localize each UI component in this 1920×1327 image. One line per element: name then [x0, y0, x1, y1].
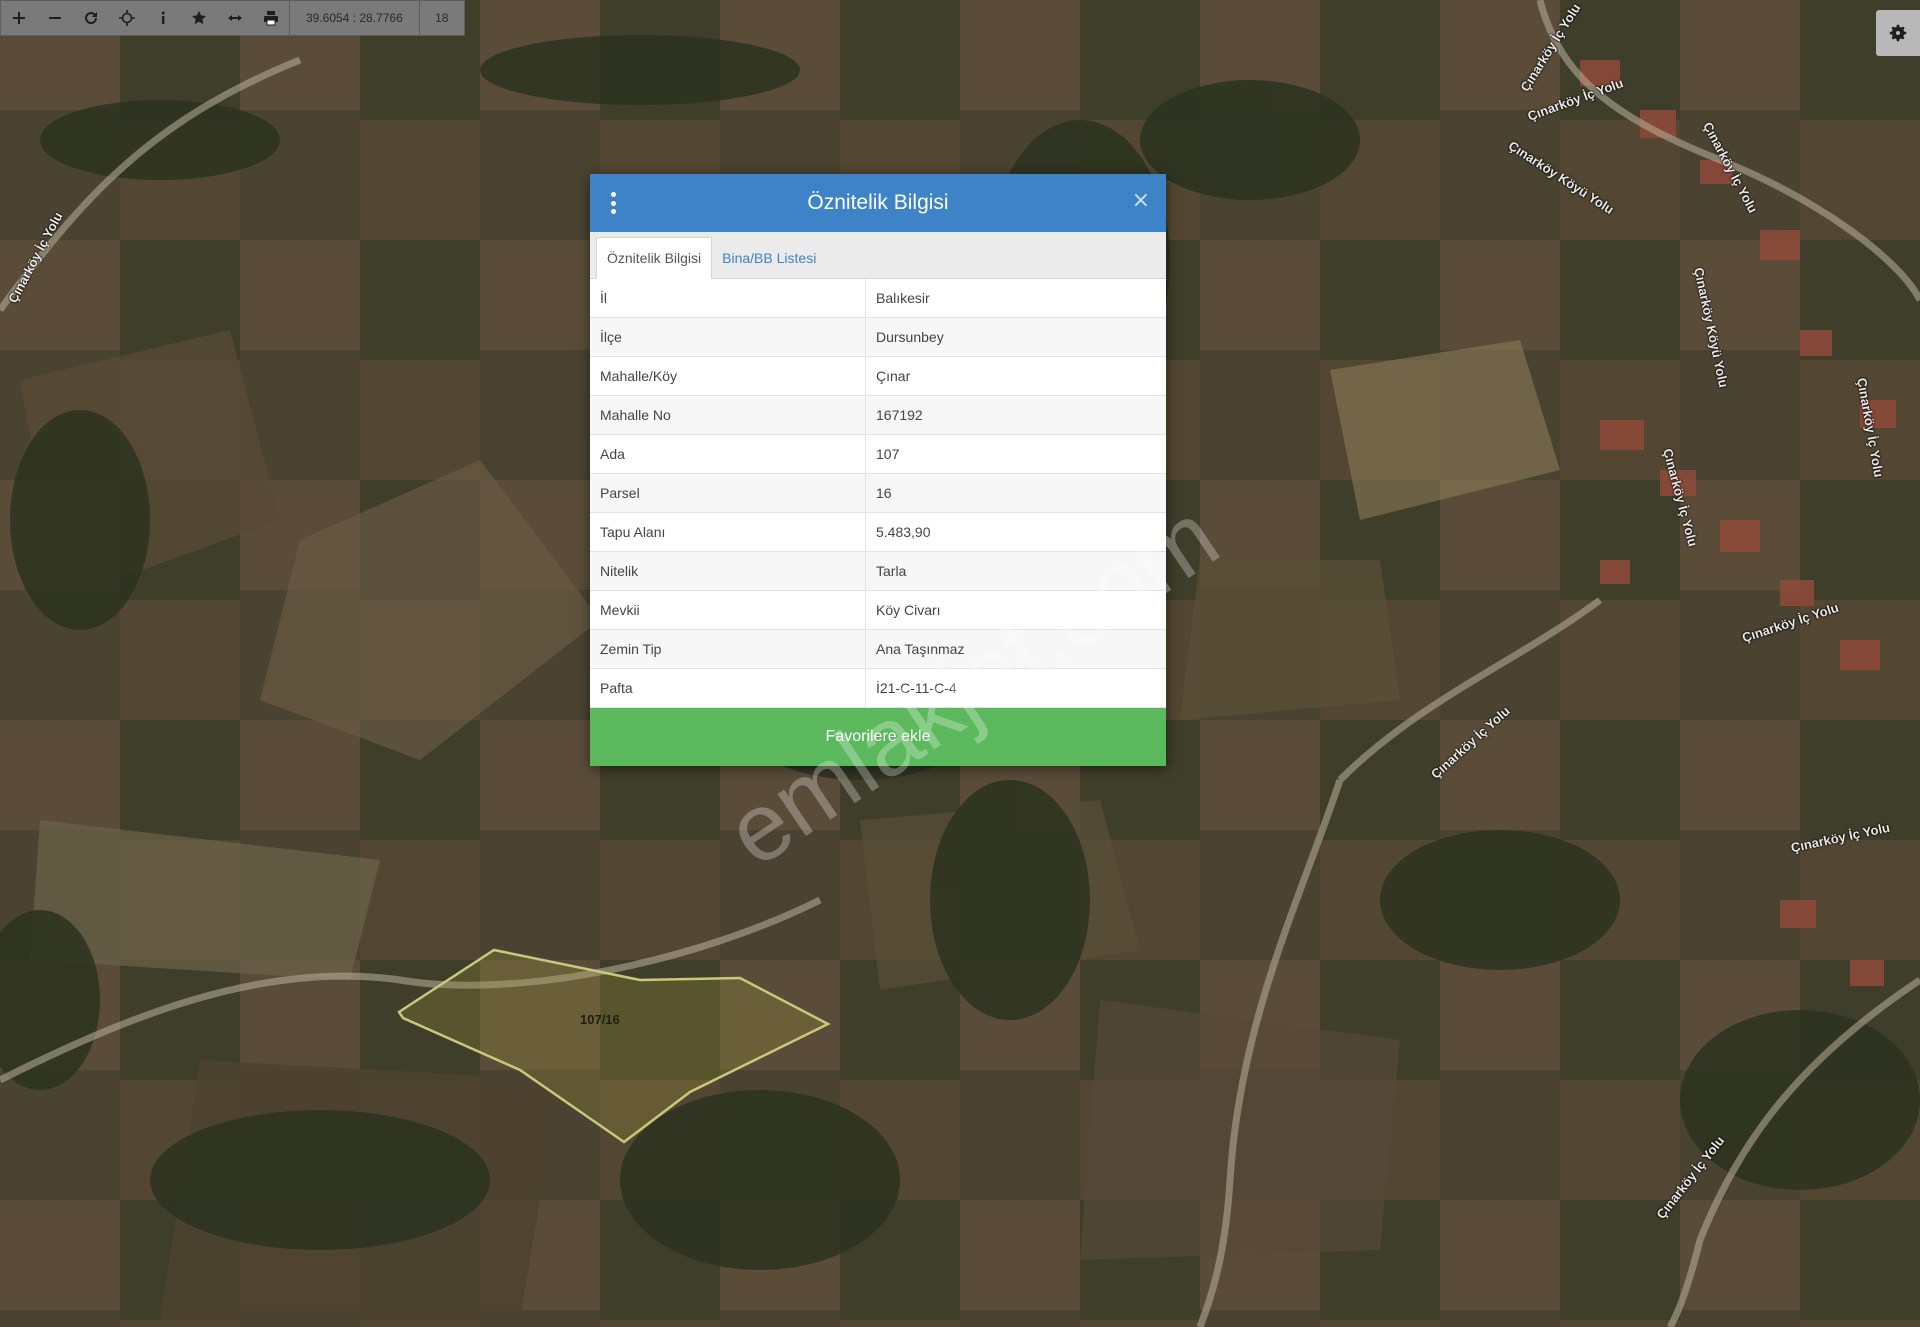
- settings-button[interactable]: [1876, 10, 1920, 56]
- attribute-value: 107: [865, 434, 1166, 474]
- table-row: Mevkii Köy Civarı: [590, 590, 1166, 630]
- kebab-menu-icon[interactable]: [608, 192, 618, 214]
- attribute-key: Parsel: [590, 473, 866, 513]
- measure-icon[interactable]: [217, 1, 253, 35]
- map-toolbar: 39.6054 : 28.7766 18: [0, 0, 465, 36]
- refresh-icon[interactable]: [73, 1, 109, 35]
- attribute-value: Tarla: [865, 551, 1166, 591]
- attribute-value: Ana Taşınmaz: [865, 629, 1166, 669]
- coordinate-readout: 39.6054 : 28.7766: [289, 1, 419, 35]
- close-icon[interactable]: ×: [1132, 190, 1150, 212]
- table-row: Parsel 16: [590, 473, 1166, 513]
- attribute-table: İl Balıkesir İlçe Dursunbey Mahalle/Köy Çınar…: [590, 279, 1166, 708]
- parcel-label: 107/16: [580, 1012, 620, 1027]
- table-row: Zemin Tip Ana Taşınmaz: [590, 629, 1166, 669]
- dialog-header: Öznitelik Bilgisi ×: [590, 174, 1166, 232]
- zoom-in-icon[interactable]: [1, 1, 37, 35]
- attribute-key: İl: [590, 279, 866, 318]
- attribute-key: Zemin Tip: [590, 629, 866, 669]
- attribute-key: Mevkii: [590, 590, 866, 630]
- table-row: Tapu Alanı 5.483,90: [590, 512, 1166, 552]
- attribute-info-dialog: Öznitelik Bilgisi × Öznitelik Bilgisi Bi…: [590, 174, 1166, 766]
- attribute-key: Ada: [590, 434, 866, 474]
- locate-icon[interactable]: [109, 1, 145, 35]
- attribute-value: Balıkesir: [865, 279, 1166, 318]
- star-icon[interactable]: [181, 1, 217, 35]
- table-row: İl Balıkesir: [590, 279, 1166, 318]
- dialog-tabs: Öznitelik Bilgisi Bina/BB Listesi: [590, 232, 1166, 279]
- attribute-value: 16: [865, 473, 1166, 513]
- attribute-key: Pafta: [590, 668, 866, 708]
- tab-attribute-info[interactable]: Öznitelik Bilgisi: [596, 237, 713, 279]
- gear-icon: [1889, 24, 1907, 42]
- attribute-key: Tapu Alanı: [590, 512, 866, 552]
- table-row: Mahalle/Köy Çınar: [590, 356, 1166, 396]
- table-row: Mahalle No 167192: [590, 395, 1166, 435]
- table-row: Nitelik Tarla: [590, 551, 1166, 591]
- attribute-value: İ21-C-11-C-4: [865, 668, 1166, 708]
- attribute-key: İlçe: [590, 317, 866, 357]
- attribute-key: Mahalle/Köy: [590, 356, 866, 396]
- attribute-key: Nitelik: [590, 551, 866, 591]
- attribute-key: Mahalle No: [590, 395, 866, 435]
- zoom-out-icon[interactable]: [37, 1, 73, 35]
- dialog-title: Öznitelik Bilgisi: [807, 191, 949, 214]
- print-icon[interactable]: [253, 1, 289, 35]
- add-to-favorites-button[interactable]: Favorilere ekle: [590, 708, 1166, 766]
- attribute-value: 5.483,90: [865, 512, 1166, 552]
- table-row: Pafta İ21-C-11-C-4: [590, 668, 1166, 708]
- tab-building-list[interactable]: Bina/BB Listesi: [712, 238, 826, 278]
- attribute-value: Köy Civarı: [865, 590, 1166, 630]
- attribute-value: Dursunbey: [865, 317, 1166, 357]
- table-row: Ada 107: [590, 434, 1166, 474]
- attribute-value: Çınar: [865, 356, 1166, 396]
- attribute-value: 167192: [865, 395, 1166, 435]
- zoom-level-readout: 18: [418, 1, 464, 35]
- info-icon[interactable]: [145, 1, 181, 35]
- table-row: İlçe Dursunbey: [590, 317, 1166, 357]
